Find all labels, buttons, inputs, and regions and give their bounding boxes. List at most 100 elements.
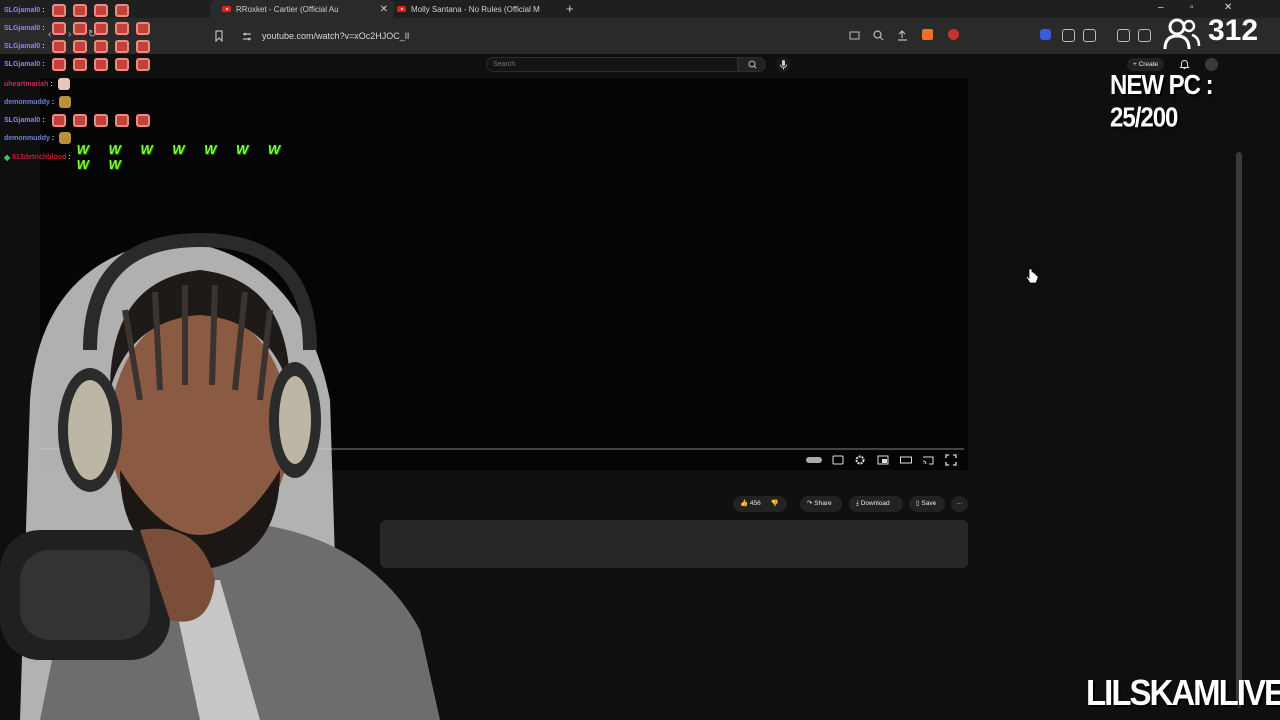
captions-icon[interactable] <box>832 454 844 466</box>
extension-icon[interactable] <box>1040 29 1051 40</box>
save-label: Save <box>921 500 937 507</box>
emote-icon <box>93 39 108 53</box>
emote-icon <box>51 3 66 17</box>
search-icon <box>748 60 757 69</box>
chat-username: SLGjamal0 <box>4 116 41 124</box>
viewer-count: 312 <box>1208 14 1259 47</box>
minimize-icon[interactable]: – <box>1158 2 1164 13</box>
chat-message: SLGjamal0: <box>4 113 150 127</box>
emote-icon <box>93 21 108 35</box>
emote-icon <box>135 21 150 35</box>
chat-username: demonmuddy <box>4 98 50 106</box>
chat-message: demonmuddy: <box>4 131 72 145</box>
emote-icon <box>72 39 87 53</box>
chat-message: SLGjamal0: <box>4 3 129 17</box>
chat-username: 813detrichblood <box>12 153 67 161</box>
chat-username: SLGjamal0 <box>4 6 41 14</box>
share-label: Share <box>814 500 832 507</box>
emote-icon <box>51 57 66 71</box>
brave-shield-icon[interactable] <box>922 29 933 40</box>
like-icon: 👍 <box>740 500 749 507</box>
webcam-feed <box>0 232 440 720</box>
puzzle-icon[interactable] <box>1062 29 1075 42</box>
emote-icon <box>72 21 87 35</box>
share-page-icon[interactable] <box>897 30 908 41</box>
autoplay-toggle[interactable] <box>806 457 822 463</box>
brave-rewards-icon[interactable] <box>948 29 959 40</box>
emote-icon <box>114 39 129 53</box>
close-tab-icon[interactable]: ✕ <box>380 4 388 15</box>
emote-icon <box>51 113 66 127</box>
more-actions-button[interactable]: ··· <box>951 496 968 512</box>
emote-icon <box>114 113 129 127</box>
download-label: Download <box>860 500 890 507</box>
close-window-icon[interactable]: ✕ <box>1224 2 1232 13</box>
chat-message: uheartmariah: <box>4 77 70 91</box>
emote-icon <box>57 78 70 90</box>
emote-icon <box>93 113 108 127</box>
music-icon[interactable] <box>1117 29 1130 42</box>
fullscreen-icon[interactable] <box>945 454 957 466</box>
cast-icon[interactable] <box>849 31 860 40</box>
download-button[interactable]: ⤓ Download <box>849 496 903 512</box>
new-tab-button[interactable]: + <box>566 1 574 16</box>
save-icon: ▯ <box>916 500 920 507</box>
chat-message: SLGjamal0: <box>4 21 150 35</box>
chat-message: SLGjamal0: <box>4 57 150 71</box>
chat-username: SLGjamal0 <box>4 42 41 50</box>
description-box[interactable] <box>380 520 968 568</box>
emote-icon <box>59 132 72 144</box>
emote-icon <box>72 57 87 71</box>
emote-icon <box>93 57 108 71</box>
emote-icon <box>135 57 150 71</box>
w-spam-text: W W W W W W W W W <box>76 142 289 172</box>
emote-icon <box>135 39 150 53</box>
chat-message: ◆ 813detrichblood: W W W W W W W W W <box>4 142 300 172</box>
share-icon: ↷ <box>807 500 813 507</box>
chat-username: demonmuddy <box>4 134 50 142</box>
save-button[interactable]: ▯ Save <box>909 496 945 512</box>
donation-goal: NEW PC : 25/200 <box>1110 70 1214 134</box>
page-scrollbar[interactable] <box>1236 152 1242 708</box>
emote-icon <box>51 21 66 35</box>
emote-icon <box>135 113 150 127</box>
like-count: 456 <box>749 500 761 507</box>
dislike-icon[interactable]: 👎 <box>771 500 779 507</box>
settings-icon[interactable] <box>854 454 866 466</box>
chat-message: demonmuddy: <box>4 95 72 109</box>
chat-username: SLGjamal0 <box>4 24 41 32</box>
youtube-icon <box>397 6 406 12</box>
maximize-icon[interactable]: ▫ <box>1190 2 1194 13</box>
search-input[interactable]: Search <box>486 57 738 72</box>
hand-cursor-icon <box>1025 268 1039 284</box>
search-button[interactable] <box>738 57 766 72</box>
mic-button[interactable] <box>776 57 791 72</box>
chat-username: SLGjamal0 <box>4 60 41 68</box>
miniplayer-icon[interactable] <box>877 454 889 466</box>
streamer-brand: LILSKAMLIVE <box>1086 672 1280 713</box>
emote-icon <box>93 3 108 17</box>
like-button[interactable]: 👍 456 👎 <box>733 496 787 512</box>
cast-video-icon[interactable] <box>922 454 934 466</box>
emote-icon <box>114 57 129 71</box>
share-button[interactable]: ↷ Share <box>800 496 842 512</box>
emote-icon <box>51 39 66 53</box>
emote-icon <box>59 96 72 108</box>
emote-icon <box>72 113 87 127</box>
emote-icon <box>72 3 87 17</box>
badge-icon: ◆ <box>4 152 11 162</box>
bell-icon[interactable] <box>1179 59 1190 70</box>
viewers-icon <box>1163 18 1201 50</box>
tab-inactive[interactable]: Molly Santana - No Rules (Official M <box>393 0 562 18</box>
chat-overlay: SLGjamal0: SLGjamal0: SLGjamal0: SLGjama… <box>0 0 300 172</box>
panel-icon[interactable] <box>1138 29 1151 42</box>
mic-icon <box>780 60 787 70</box>
emote-icon <box>114 21 129 35</box>
theater-icon[interactable] <box>900 454 912 466</box>
zoom-icon[interactable] <box>873 30 884 41</box>
create-label: Create <box>1138 61 1159 68</box>
download-icon: ⤓ <box>856 500 859 507</box>
sidebar-icon[interactable] <box>1083 29 1096 42</box>
chat-message: SLGjamal0: <box>4 39 150 53</box>
emote-icon <box>114 3 129 17</box>
